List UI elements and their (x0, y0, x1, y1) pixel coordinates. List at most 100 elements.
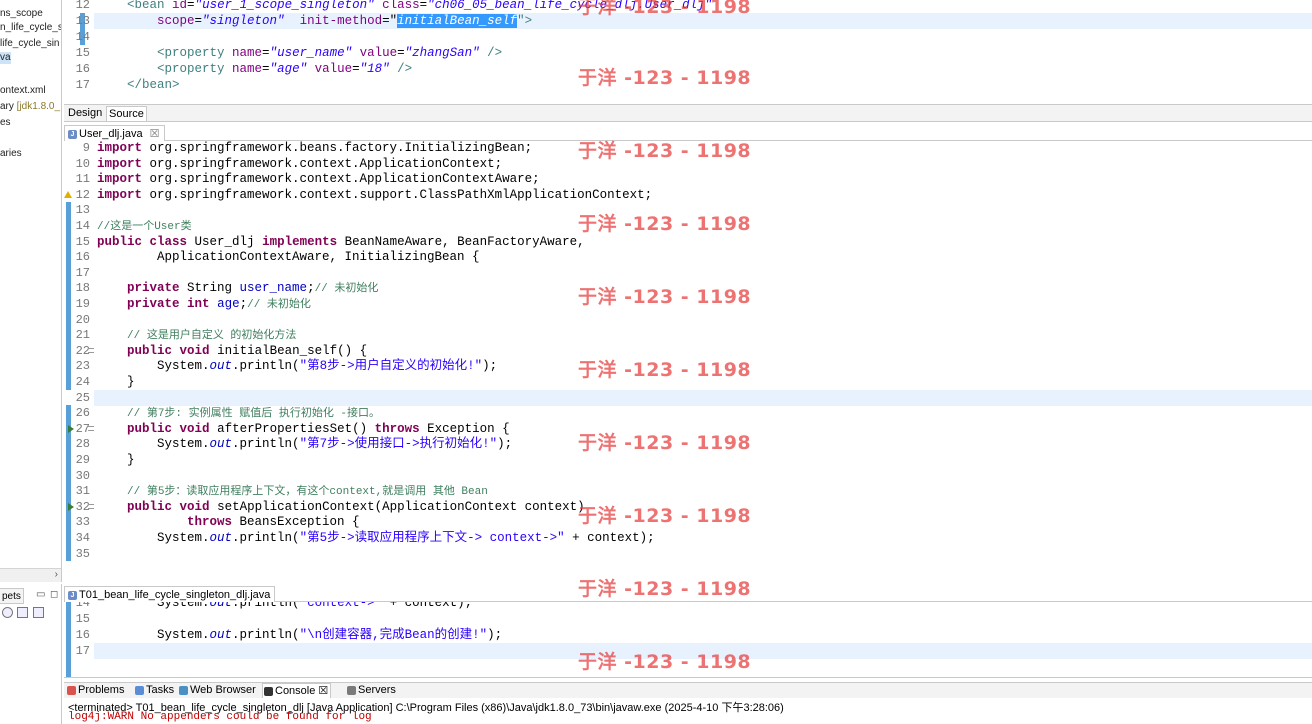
tab-tasks[interactable]: Tasks (134, 683, 176, 698)
code-token: // 未初始化 (314, 283, 379, 296)
warning-icon[interactable] (64, 190, 72, 198)
line-number: 25 (75, 390, 90, 405)
code-token: // 这是用户自定义 的初始化方法 (127, 330, 297, 343)
line-number: 29 (75, 453, 90, 467)
code-token: org.springframework.context.support.Clas… (142, 187, 653, 202)
tab-label: T01_bean_life_cycle_singleton_dlj.java (79, 589, 271, 601)
tab-user-dlj-java[interactable]: J User_dlj.java ☒ (64, 125, 165, 141)
tab-label: Problems (78, 684, 125, 696)
code-token: = (352, 62, 360, 76)
watermark-text: 于洋 -123 - 1198 (578, 286, 752, 308)
code-token: </bean> (127, 78, 180, 92)
tree-item[interactable]: va (0, 52, 11, 64)
code-token: BeanNameAware, BeanFactoryAware, (337, 234, 585, 249)
code-token: System. (97, 437, 210, 452)
tab-label: Tasks (146, 684, 175, 696)
code-line: // 第5步：读取应用程序上下文，有这个context,就是调用 其他 Bean (97, 483, 488, 500)
line-number: 12 (75, 0, 90, 12)
code-token: org.springframework.context.ApplicationC… (142, 156, 503, 171)
current-line-highlight (94, 389, 1312, 406)
tab-web[interactable]: Web Browser (178, 683, 258, 698)
code-line: </bean> (97, 77, 180, 93)
code-token: "user_1_scope_singleton" (194, 0, 375, 12)
tab-servers[interactable]: Servers (346, 683, 398, 698)
tree-item-label: ns_scope (0, 8, 43, 19)
filter-icon[interactable] (33, 607, 44, 618)
code-line: import org.springframework.context.suppo… (97, 187, 652, 203)
tab-source[interactable]: Source (106, 106, 147, 121)
code-token: "age" (269, 62, 308, 76)
code-line: //这是一个User类 (97, 218, 192, 235)
code-line: } (97, 452, 135, 468)
search-icon[interactable] (2, 607, 13, 618)
line-number: 10 (75, 156, 90, 171)
code-line: public void afterPropertiesSet() throws … (97, 421, 510, 437)
code-token: .println( (232, 602, 300, 610)
fold-toggle-icon[interactable] (88, 425, 94, 431)
code-token: int (187, 297, 210, 311)
tab-problems[interactable]: Problems (66, 683, 126, 698)
watermark-text: 于洋 -123 - 1198 (578, 359, 752, 381)
view-icon (264, 687, 273, 696)
code-token: } (97, 453, 135, 467)
tree-item[interactable]: ontext.xml (0, 85, 46, 97)
snippets-tab-label: pets (2, 591, 21, 602)
close-icon[interactable]: ☒ (150, 128, 160, 140)
line-number: 15 (75, 46, 90, 60)
tab-console[interactable]: Console ☒ (262, 683, 332, 698)
line-number: 30 (75, 468, 90, 483)
line-number: 23 (75, 359, 90, 374)
line-number: 13 (75, 203, 90, 218)
line-number: 16 (75, 628, 90, 642)
fold-toggle-icon[interactable] (88, 503, 94, 509)
code-token: "context->" (299, 602, 383, 610)
code-token: init-method (299, 14, 383, 28)
line-number: 14 (75, 602, 90, 610)
code-token: .println( (232, 531, 300, 545)
console-view[interactable]: <terminated> T01_bean_life_cycle_singlet… (64, 698, 1312, 724)
tree-item[interactable]: ns_scope (0, 8, 43, 20)
tab-design[interactable]: Design (66, 106, 104, 121)
line-number: 24 (75, 375, 90, 389)
tree-item[interactable]: life_cycle_sin (0, 38, 59, 50)
tree-item[interactable]: n_life_cycle_s (0, 22, 61, 34)
line-number: 17 (75, 78, 90, 92)
tree-item[interactable]: aries (0, 148, 22, 160)
code-token: "第5步->读取应用程序上下文-> context->" (299, 531, 565, 545)
snippets-tab[interactable]: pets (0, 588, 24, 604)
tree-item[interactable]: ary [jdk1.8.0_ (0, 101, 60, 113)
java-file-icon: J (68, 130, 77, 139)
code-token: scope (157, 14, 195, 28)
code-token: ); (487, 628, 503, 642)
code-token: void (179, 421, 210, 436)
code-token: implements (262, 234, 338, 249)
horizontal-scrollbar[interactable]: › (0, 568, 61, 582)
snippets-panel: pets ▭ ◻ (0, 584, 62, 724)
code-line: public class User_dlj implements BeanNam… (97, 234, 585, 250)
tab-t01-java[interactable]: J T01_bean_life_cycle_singleton_dlj.java (64, 586, 276, 602)
line-number: 11 (75, 172, 90, 187)
fold-toggle-icon[interactable] (88, 347, 94, 353)
code-token: = (194, 14, 203, 28)
tree-item[interactable]: es (0, 117, 11, 129)
collapse-icon[interactable] (17, 607, 28, 618)
code-token: System. (97, 359, 210, 374)
watermark-text: 于洋 -123 - 1198 (578, 505, 752, 527)
code-token: out (209, 359, 233, 374)
minimize-icon[interactable]: ▭ (36, 589, 45, 601)
line-number: 15 (75, 234, 90, 249)
line-number: 21 (75, 328, 90, 343)
code-token: .println( (232, 437, 300, 452)
code-line: // 第7步: 实例属性 赋值后 执行初始化 -接口。 (97, 405, 380, 422)
scroll-right-arrow[interactable]: › (55, 569, 58, 580)
restore-icon[interactable]: ◻ (50, 589, 58, 601)
